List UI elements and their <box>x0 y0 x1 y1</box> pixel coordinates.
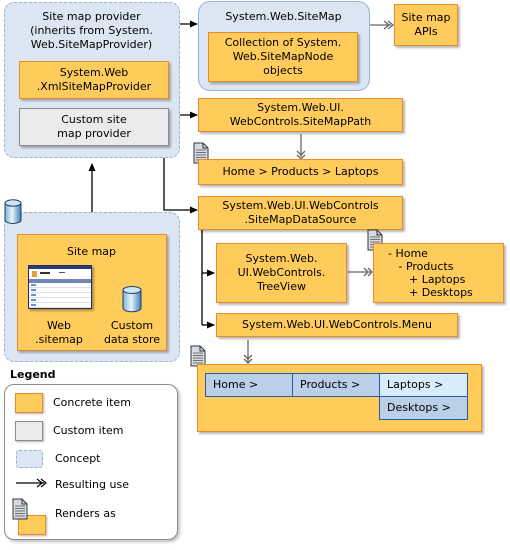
site-map-data-box: Site map Web .sitemap Custom data store <box>17 234 167 351</box>
sitemap-node-collection: Collection of System. Web.SiteMapNode ob… <box>208 32 358 82</box>
legend-concrete-swatch <box>15 393 43 413</box>
resulting-use-treeview <box>348 267 373 277</box>
menu-control: System.Web.UI.WebControls.Menu <box>216 313 458 337</box>
web-sitemap-label: Web .sitemap <box>35 319 83 346</box>
legend-double-arrow-icon <box>16 478 47 488</box>
legend-label-concrete: Concrete item <box>53 396 131 409</box>
site-map-provider-title: Site map provider (inherits from System.… <box>30 10 153 51</box>
menu-rendered: Home > Products > Laptops > Desktops > <box>197 364 482 432</box>
web-sitemap-file-icon <box>28 265 92 309</box>
sitemappath-rendered: Home > Products > Laptops <box>198 159 403 185</box>
arrow-provider-to-datasource <box>163 158 198 214</box>
legend-label-custom: Custom item <box>53 424 124 437</box>
legend-concept-swatch <box>16 450 43 468</box>
menu-item-products[interactable]: Products > <box>292 373 381 397</box>
legend-document-icon <box>12 498 28 520</box>
resulting-use-sitemap-apis <box>370 20 395 30</box>
legend-label-concept: Concept <box>55 452 101 465</box>
legend-label-renders-as: Renders as <box>55 507 116 520</box>
resulting-use-menu <box>243 340 253 364</box>
treeview-rendered-text: - Home - Products + Laptops + Desktops <box>388 247 473 299</box>
menu-item-home[interactable]: Home > <box>205 373 294 397</box>
site-map-apis: Site map APIs <box>394 4 458 46</box>
treeview-rendered: - Home - Products + Laptops + Desktops <box>373 243 504 303</box>
custom-data-store-icon <box>122 286 142 313</box>
custom-site-map-provider: Custom site map provider <box>19 108 169 146</box>
menu-item-desktops[interactable]: Desktops > <box>379 396 468 420</box>
resulting-use-sitemappath <box>296 134 306 160</box>
sitemap-class-title: System.Web.SiteMap <box>225 10 342 23</box>
database-icon <box>4 199 22 224</box>
legend-label-resulting-use: Resulting use <box>55 478 129 491</box>
site-map-concept: Site map Web .sitemap Custom data store <box>4 212 180 362</box>
sitemap-class-concept: System.Web.SiteMap Collection of System.… <box>198 1 370 91</box>
sitemapdatasource-control: System.Web.UI.WebControls .SiteMapDataSo… <box>198 196 403 230</box>
site-map-title: Site map <box>66 245 117 258</box>
site-map-provider-concept: Site map provider (inherits from System.… <box>4 2 180 158</box>
sitemappath-control: System.Web.UI. WebControls.SiteMapPath <box>198 98 403 132</box>
menu-item-laptops[interactable]: Laptops > <box>379 373 468 397</box>
treeview-control: System.Web. UI.WebControls. TreeView <box>216 243 347 303</box>
xml-site-map-provider: System.Web .XmlSiteMapProvider <box>19 61 169 99</box>
legend-custom-swatch <box>15 421 43 441</box>
custom-data-store-label: Custom data store <box>103 319 161 346</box>
legend-title: Legend <box>10 368 56 381</box>
legend: Concrete item Custom item Concept Result… <box>4 384 178 540</box>
